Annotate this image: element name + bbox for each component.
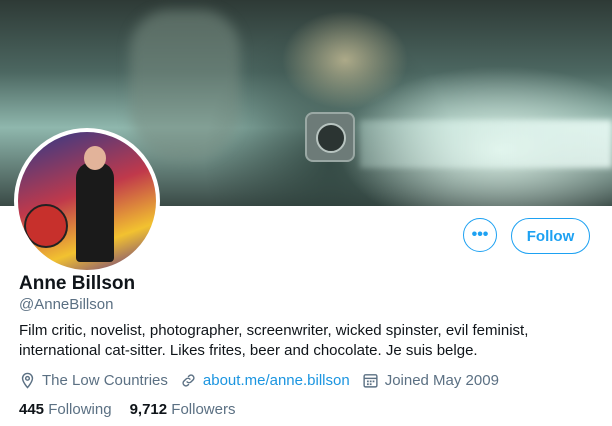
calendar-icon	[363, 374, 378, 388]
joined-date-text: Joined May 2009	[384, 372, 499, 389]
followers-link[interactable]: 9,712 Followers	[130, 401, 236, 418]
avatar-person-shape	[76, 162, 114, 262]
more-options-button[interactable]: •••	[463, 218, 497, 252]
banner-hand-shape	[130, 10, 240, 160]
more-icon: •••	[471, 226, 489, 243]
following-label: Following	[48, 401, 112, 418]
profile-bio: Film critic, novelist, photographer, scr…	[19, 321, 599, 361]
profile-meta: The Low Countries about.me/anne.billson …	[19, 372, 511, 389]
followers-label: Followers	[171, 401, 236, 418]
profile-handle: @AnneBillson	[19, 296, 114, 313]
link-icon	[182, 374, 195, 387]
profile-stats: 445 Following 9,712 Followers	[19, 401, 253, 418]
banner-camera-shape	[305, 112, 355, 162]
following-link[interactable]: 445 Following	[19, 401, 112, 418]
bio-line: Film critic, novelist, photographer, scr…	[19, 322, 529, 339]
location-pin-icon	[21, 372, 34, 389]
camera-lens-shape	[316, 123, 346, 153]
bio-line: international cat-sitter. Likes frites, …	[19, 342, 478, 359]
location-item: The Low Countries	[19, 372, 168, 389]
avatar-head-shape	[84, 146, 106, 170]
joined-item: Joined May 2009	[362, 372, 499, 389]
follow-button[interactable]: Follow	[511, 218, 590, 254]
followers-count: 9,712	[129, 401, 168, 418]
banner-light-strip	[360, 120, 612, 168]
profile-avatar[interactable]	[14, 128, 160, 274]
website-link[interactable]: about.me/anne.billson	[203, 372, 350, 389]
avatar-character-shape	[24, 204, 68, 248]
following-count: 445	[19, 401, 45, 418]
profile-name: Anne Billson	[19, 273, 136, 294]
website-item[interactable]: about.me/anne.billson	[180, 372, 350, 389]
follow-button-label: Follow	[526, 227, 575, 245]
location-text: The Low Countries	[42, 372, 168, 389]
